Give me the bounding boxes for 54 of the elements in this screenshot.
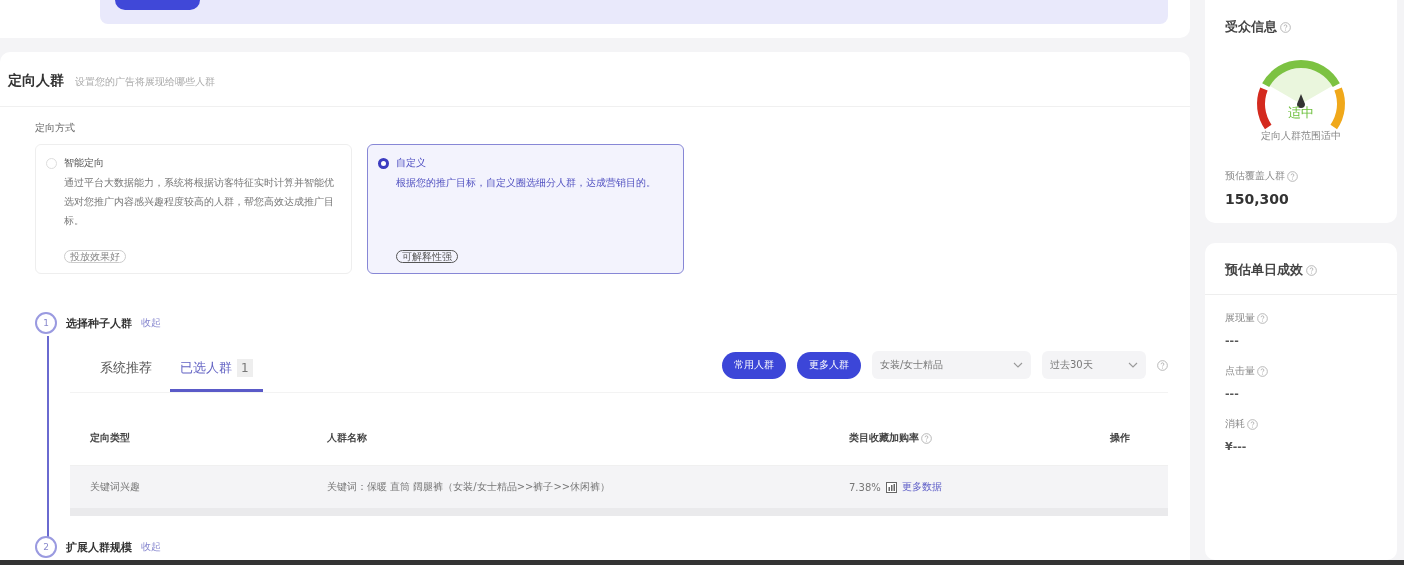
option-description: 通过平台大数据能力，系统将根据访客特征实时计算并智能优选对您推广内容感兴趣程度较高的人群，帮您高效达成推广目标。 bbox=[64, 176, 335, 228]
table-cell-text: 关键词：保暖 直筒 阔腿裤（女装/女士精品>>裤子>>休闲裤） bbox=[326, 480, 612, 494]
help-icon bbox=[921, 432, 932, 444]
step-title: 扩展人群规模 bbox=[66, 539, 132, 555]
collapse-link[interactable]: 收起 bbox=[141, 540, 161, 554]
metric-value: --- bbox=[1225, 387, 1240, 400]
audience-button[interactable]: 更多人群 bbox=[797, 351, 861, 379]
table-cell: 7.38% bbox=[849, 481, 881, 493]
metric-value: ¥--- bbox=[1225, 440, 1248, 453]
option-description: 根据您的推广目标，自定义圈选细分人群，达成营销目的。 bbox=[396, 176, 657, 190]
column-header: 操作 bbox=[1110, 431, 1130, 445]
section-title: 定向人群 bbox=[8, 72, 64, 90]
collapse-link[interactable]: 收起 bbox=[141, 316, 161, 330]
radio-button[interactable] bbox=[378, 157, 389, 169]
tab[interactable]: 已选人群 1 bbox=[170, 346, 263, 392]
card-title: 受众信息 bbox=[1225, 18, 1277, 36]
panel-button[interactable] bbox=[115, 0, 200, 10]
audience-button[interactable]: 常用人群 bbox=[722, 351, 786, 379]
metric-value: --- bbox=[1225, 334, 1240, 347]
option-card[interactable]: 智能定向 通过平台大数据能力，系统将根据访客特征实时计算并智能优选对您推广内容感兴趣程度较高的人群，帮您高效达成推广目标。 投放效果好 bbox=[35, 144, 352, 274]
gauge-status: 适中 bbox=[1288, 104, 1314, 122]
help-icon bbox=[1280, 21, 1291, 33]
metric-value: 150,300 bbox=[1225, 191, 1290, 207]
help-icon bbox=[1247, 418, 1258, 430]
metric-label: 消耗 bbox=[1225, 417, 1245, 431]
column-header: 定向类型 bbox=[90, 431, 130, 445]
option-title: 自定义 bbox=[396, 156, 426, 170]
metric-label: 预估覆盖人群 bbox=[1225, 169, 1285, 183]
chevron-icon bbox=[1013, 362, 1023, 368]
step-number: 1 bbox=[35, 312, 57, 334]
help-icon bbox=[1257, 312, 1268, 324]
metric-label: 展现量 bbox=[1225, 311, 1255, 325]
help-icon bbox=[1287, 170, 1298, 182]
option-card[interactable]: 自定义 根据您的推广目标，自定义圈选细分人群，达成营销目的。 可解释性强 bbox=[367, 144, 684, 274]
chevron-icon bbox=[1128, 362, 1138, 368]
card-title: 预估单日成效 bbox=[1225, 261, 1303, 279]
chart-icon bbox=[885, 481, 897, 493]
column-header: 类目收藏加购率 bbox=[849, 431, 919, 445]
help-icon bbox=[1257, 365, 1268, 377]
dropdown-field[interactable]: 过去30天 bbox=[1042, 351, 1146, 379]
section-subtitle: 设置您的广告将展现给哪些人群 bbox=[75, 75, 215, 89]
table-cell-text: 关键词兴趣 bbox=[89, 480, 141, 494]
metric-label: 点击量 bbox=[1225, 364, 1255, 378]
option-title: 智能定向 bbox=[64, 156, 104, 170]
step-title: 选择种子人群 bbox=[66, 315, 132, 331]
help-icon bbox=[1157, 359, 1168, 371]
step-number: 2 bbox=[35, 536, 57, 558]
dropdown-field[interactable]: 女装/女士精品 bbox=[872, 351, 1031, 379]
field-label: 定向方式 bbox=[35, 121, 76, 135]
column-header: 人群名称 bbox=[327, 431, 367, 445]
tab[interactable]: 系统推荐 bbox=[70, 346, 170, 392]
more-data-link[interactable]: 更多数据 bbox=[901, 480, 942, 494]
gauge-caption: 定向人群范围适中 bbox=[1261, 129, 1341, 143]
help-icon bbox=[1306, 264, 1317, 276]
